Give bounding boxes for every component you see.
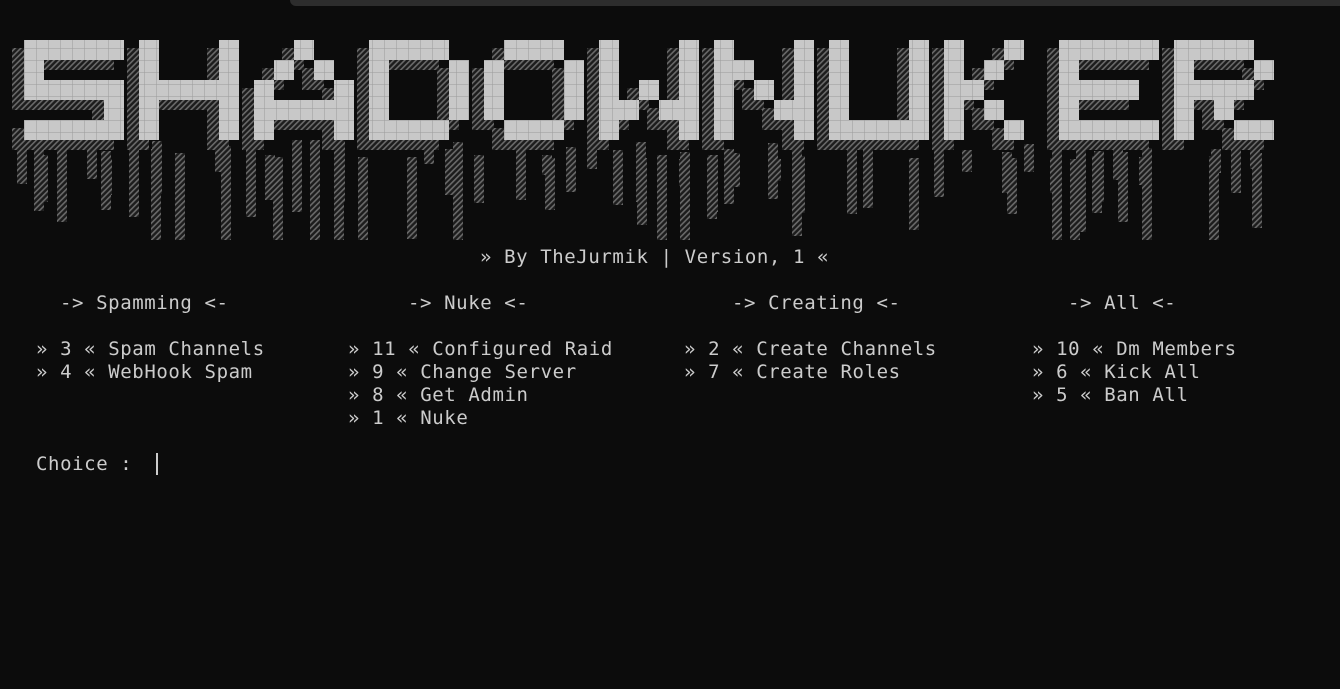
banner-letter-u (829, 40, 929, 140)
text-cursor[interactable] (156, 453, 158, 475)
section-header-nuke: -> Nuke <- (408, 292, 529, 314)
menu-item-kick-all: » 6 « Kick All (1032, 361, 1201, 383)
terminal-window: » By TheJurmik | Version, 1 « -> Spammin… (0, 0, 1340, 689)
banner-letter-h (139, 40, 239, 140)
section-header-creating: -> Creating <- (732, 292, 901, 314)
menu-item-nuke: » 1 « Nuke (348, 407, 469, 429)
menu-item-create-roles: » 7 « Create Roles (684, 361, 901, 383)
banner-letter-e (1059, 40, 1159, 140)
menu-item-spam-channels: » 3 « Spam Channels (36, 338, 265, 360)
menu-item-change-server: » 9 « Change Server (348, 361, 577, 383)
section-header-all: -> All <- (1068, 292, 1177, 314)
choice-prompt-label: Choice : (36, 453, 133, 475)
banner-letter-s (24, 40, 124, 140)
menu-item-webhook-spam: » 4 « WebHook Spam (36, 361, 253, 383)
byline: » By TheJurmik | Version, 1 « (480, 246, 830, 268)
menu-item-configured-raid: » 11 « Configured Raid (348, 338, 613, 360)
ascii-banner-logo (12, 40, 1274, 240)
menu-item-create-channels: » 2 « Create Channels (684, 338, 937, 360)
menu-item-dm-members: » 10 « Dm Members (1032, 338, 1237, 360)
menu-item-get-admin: » 8 « Get Admin (348, 384, 529, 406)
menu-item-ban-all: » 5 « Ban All (1032, 384, 1189, 406)
section-header-spamming: -> Spamming <- (60, 292, 229, 314)
